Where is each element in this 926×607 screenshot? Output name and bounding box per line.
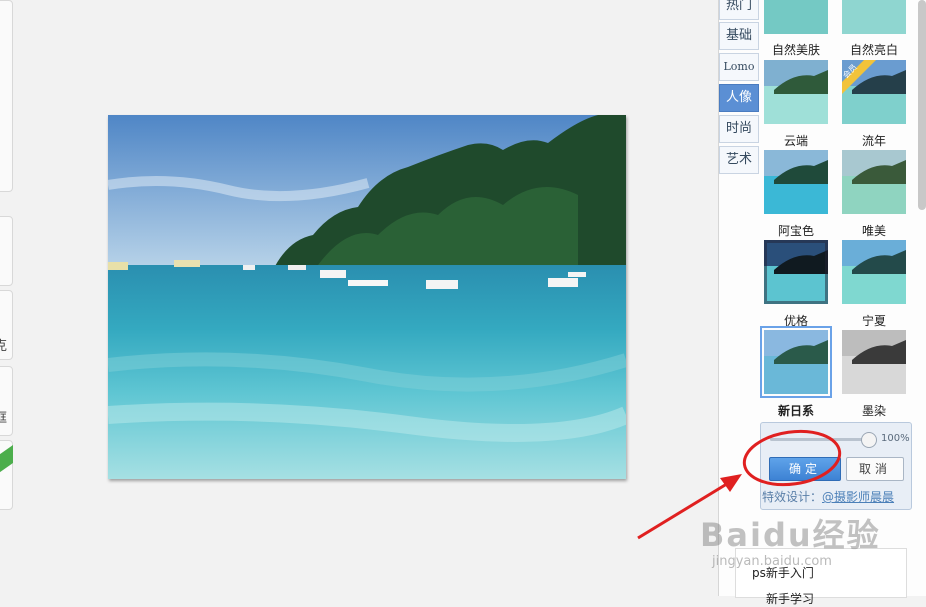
annotation-arrow-shaft [637, 480, 731, 540]
annotation-circle [742, 429, 842, 487]
annotation-overlay [637, 429, 842, 540]
annotation-arrow-head [720, 474, 742, 492]
